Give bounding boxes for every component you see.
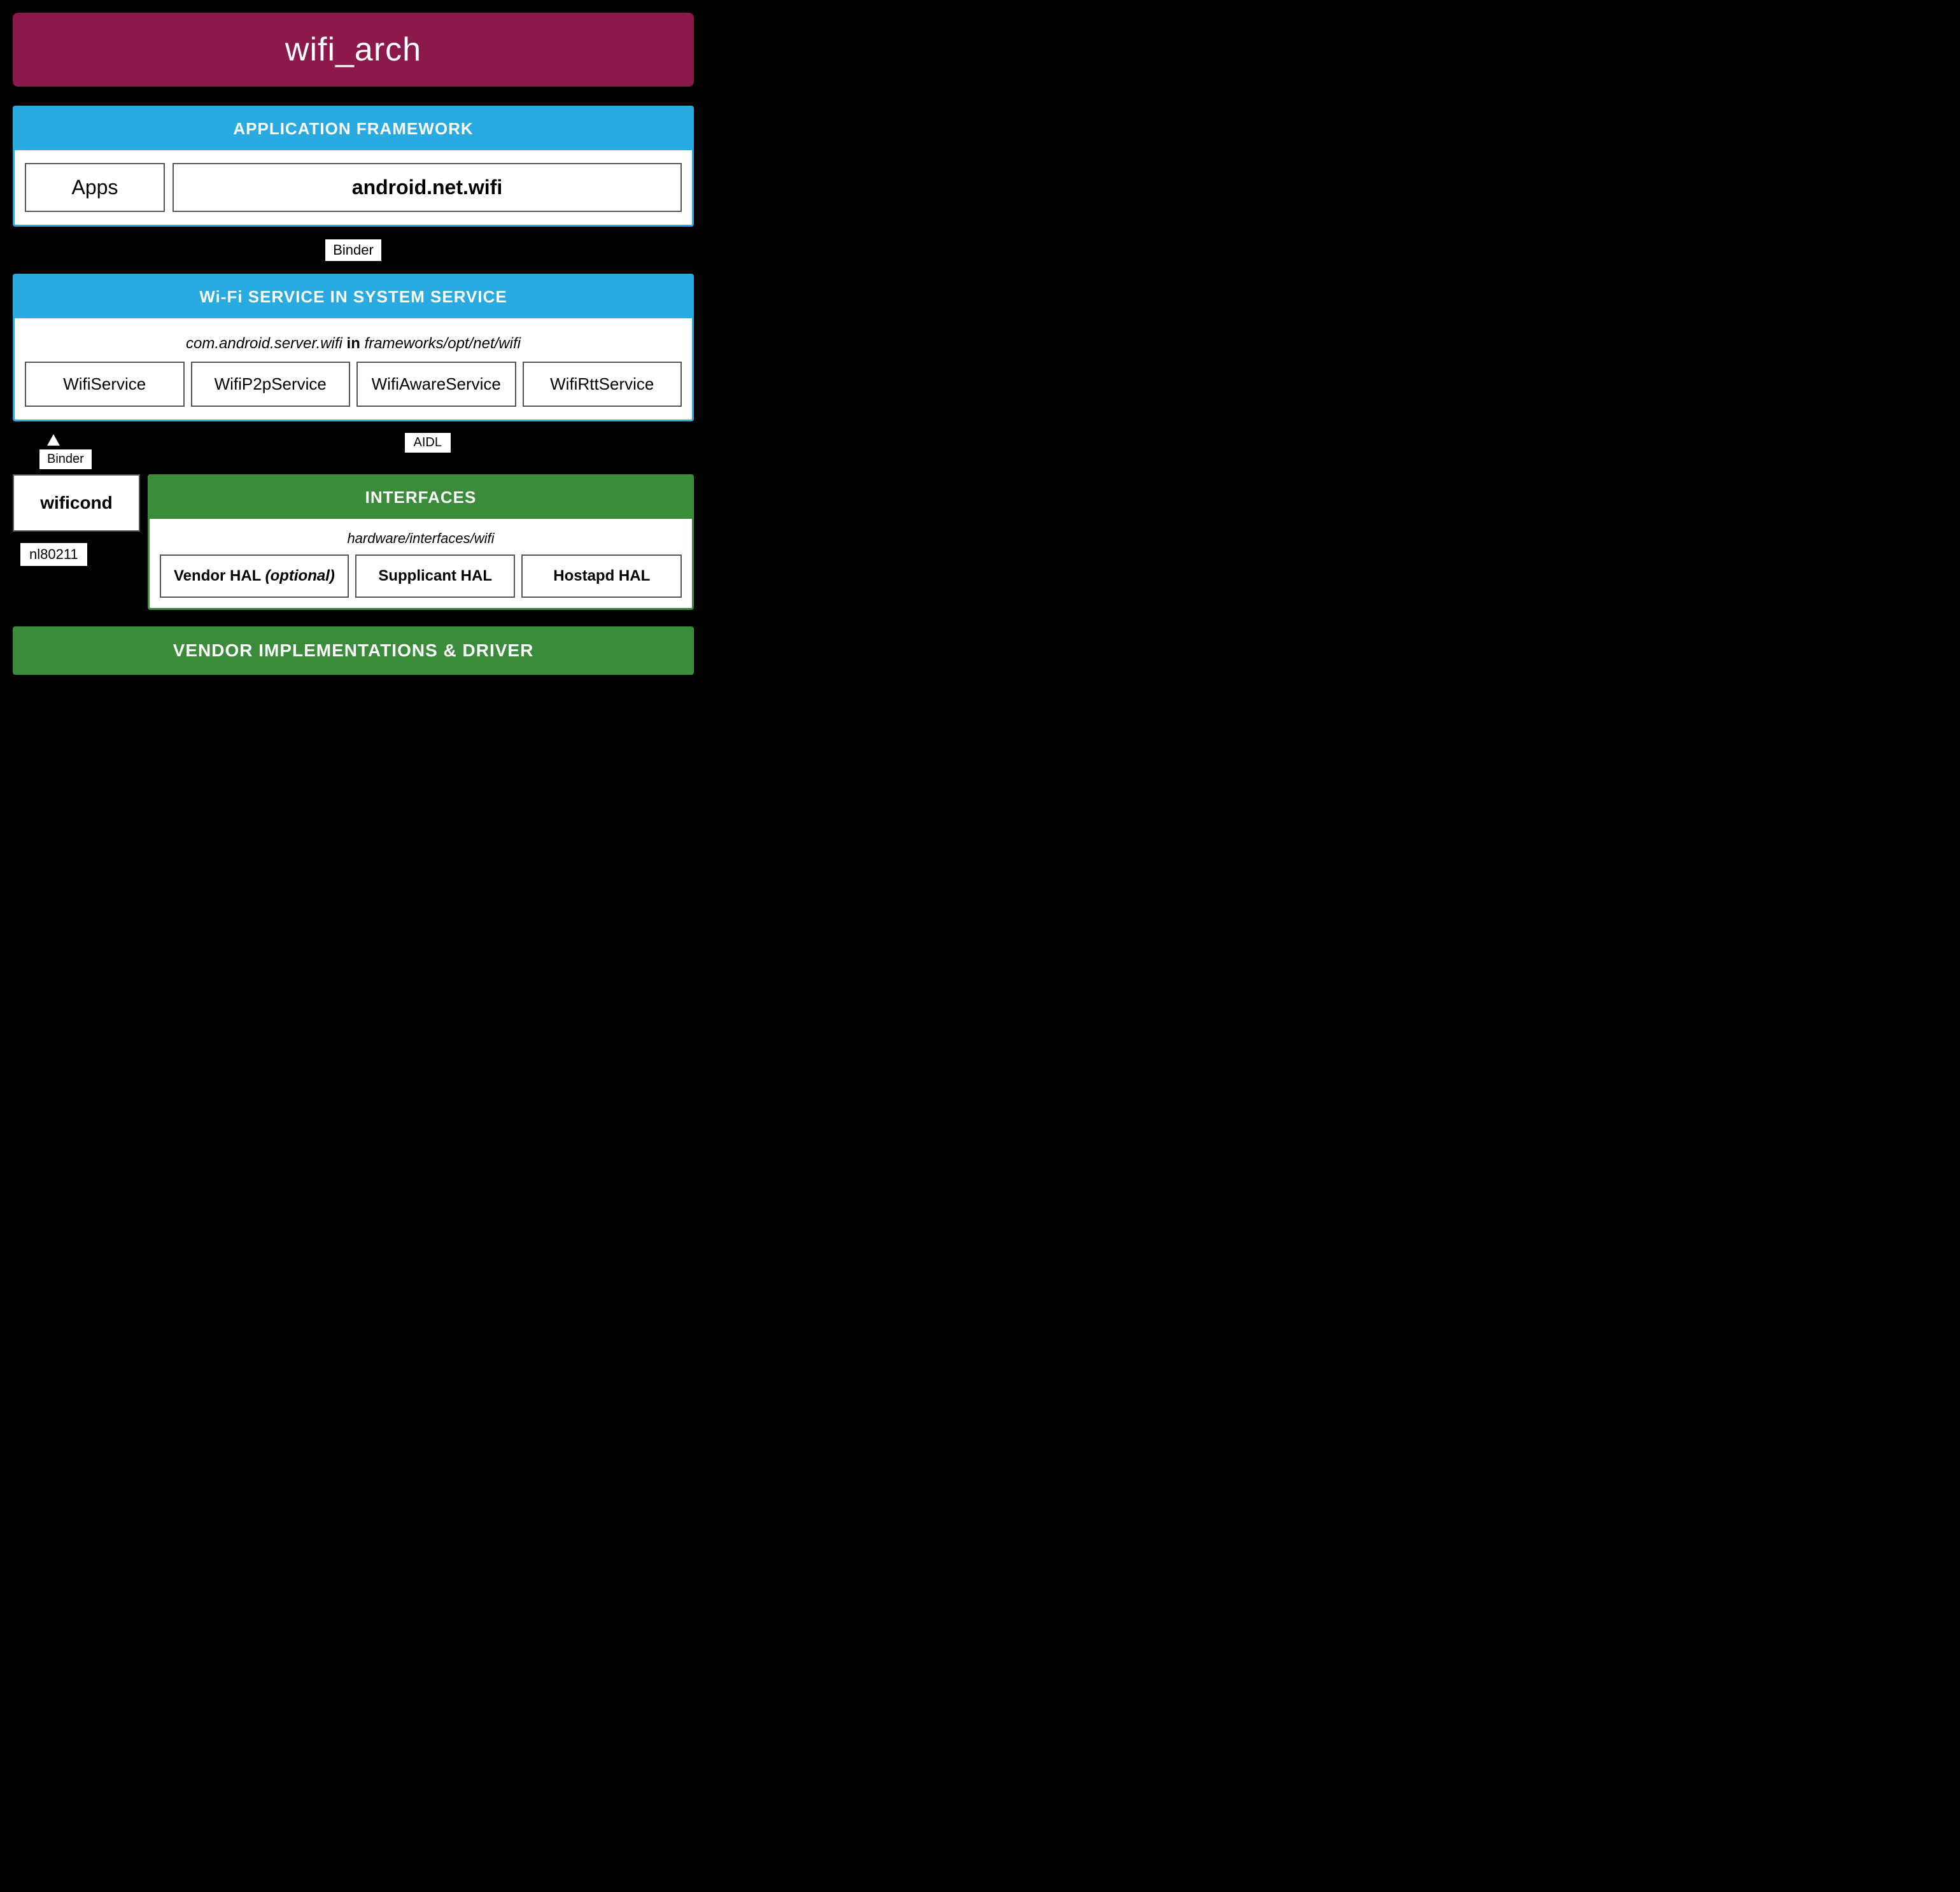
apps-box: Apps [25, 163, 165, 212]
app-framework-section: APPLICATION FRAMEWORK Apps android.net.w… [13, 106, 694, 227]
title-bar: wifi_arch [13, 13, 694, 87]
wifi-service-header: Wi-Fi SERVICE IN SYSTEM SERVICE [15, 276, 692, 318]
wifiaware-service-box: WifiAwareService [356, 362, 516, 407]
android-net-wifi-box: android.net.wifi [173, 163, 682, 212]
nl80211-tag: nl80211 [19, 542, 88, 567]
wifi-service-box: WifiService [25, 362, 185, 407]
hostapd-hal-box: Hostapd HAL [521, 554, 682, 598]
aidl-tag: AIDL [404, 432, 452, 454]
wificond-box: wificond [13, 474, 140, 532]
app-framework-header: APPLICATION FRAMEWORK [15, 108, 692, 150]
vendor-bar: VENDOR IMPLEMENTATIONS & DRIVER [13, 626, 694, 675]
wifip2p-service-box: WifiP2pService [191, 362, 351, 407]
vendor-hal-box: Vendor HAL (optional) [160, 554, 349, 598]
page-title: wifi_arch [25, 31, 681, 69]
interfaces-section: INTERFACES hardware/interfaces/wifi Vend… [148, 474, 694, 610]
binder-left-tag: Binder [38, 448, 93, 470]
arrow-up-icon [47, 434, 60, 446]
supplicant-hal-box: Supplicant HAL [355, 554, 516, 598]
wifi-service-subtitle: com.android.server.wifi in frameworks/op… [25, 328, 682, 362]
interfaces-header: INTERFACES [150, 476, 692, 519]
interfaces-subtitle: hardware/interfaces/wifi [160, 526, 682, 554]
wifi-service-section: Wi-Fi SERVICE IN SYSTEM SERVICE com.andr… [13, 274, 694, 421]
wifirtt-service-box: WifiRttService [523, 362, 682, 407]
binder-center-tag: Binder [324, 238, 383, 262]
